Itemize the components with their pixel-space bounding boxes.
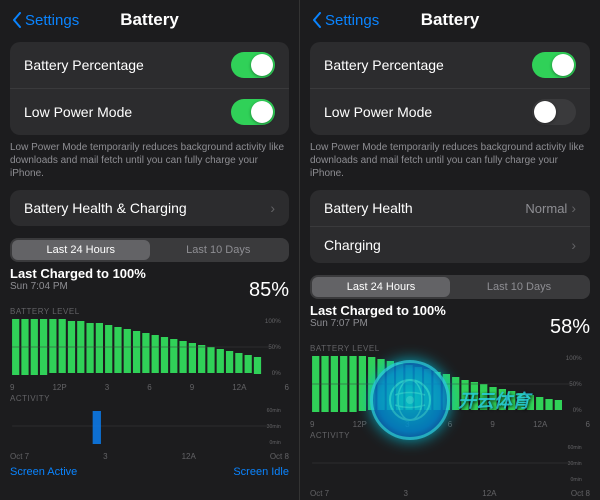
right-health-value-area: Normal › <box>525 200 576 216</box>
left-battery-chart: 100% 50% 0% <box>10 317 289 377</box>
right-settings-section: Battery Percentage Low Power Mode <box>310 42 590 135</box>
right-low-power-toggle[interactable] <box>532 99 576 125</box>
left-low-power-label: Low Power Mode <box>24 104 132 120</box>
left-chart-area: Last 24 Hours Last 10 Days Last Charged … <box>0 232 299 500</box>
left-low-power-row: Low Power Mode <box>10 89 289 135</box>
svg-text:60min: 60min <box>267 408 281 414</box>
left-footer-labels: Screen Active Screen Idle <box>10 462 289 482</box>
svg-text:0min: 0min <box>570 477 581 483</box>
left-footer-screen-active: Screen Active <box>10 466 77 478</box>
left-health-charging-row[interactable]: Battery Health & Charging › <box>10 190 289 226</box>
left-battery-percentage-label: Battery Percentage <box>24 57 144 73</box>
svg-text:30min: 30min <box>267 424 281 430</box>
svg-text:100%: 100% <box>566 355 582 362</box>
right-chart-area: Last 24 Hours Last 10 Days Last Charged … <box>300 269 600 500</box>
svg-text:0min: 0min <box>270 440 281 446</box>
left-activity-x-labels: Oct 7312AOct 8 <box>10 452 289 461</box>
left-last-charged-label: Last Charged to 100% <box>10 266 146 281</box>
left-tab-24h[interactable]: Last 24 Hours <box>12 240 150 260</box>
right-activity-chart: 60min 30min 0min <box>310 443 590 483</box>
svg-text:0%: 0% <box>573 407 583 414</box>
right-battery-level-label: BATTERY LEVEL <box>310 344 590 353</box>
svg-text:100%: 100% <box>265 318 281 325</box>
left-low-power-desc: Low Power Mode temporarily reduces backg… <box>10 141 289 180</box>
right-battery-health-label: Battery Health <box>324 200 413 216</box>
right-activity-label: ACTIVITY <box>310 431 590 440</box>
svg-text:30min: 30min <box>568 461 582 467</box>
left-tab-bar: Last 24 Hours Last 10 Days <box>10 238 289 262</box>
svg-text:0%: 0% <box>272 370 282 377</box>
right-health-value: Normal <box>525 201 567 216</box>
svg-text:60min: 60min <box>568 445 582 451</box>
right-low-power-label: Low Power Mode <box>324 104 432 120</box>
right-health-chevron-icon: › <box>571 200 576 216</box>
right-low-power-row: Low Power Mode <box>310 89 590 135</box>
right-last-charged-label: Last Charged to 100% <box>310 303 446 318</box>
left-health-charging-label: Battery Health & Charging <box>24 200 187 216</box>
left-panel: Settings Battery Battery Percentage Low … <box>0 0 300 500</box>
right-chart-x-labels: 912P36912A6 <box>310 420 590 429</box>
left-back-button[interactable]: Settings <box>12 12 79 29</box>
svg-text:50%: 50% <box>268 344 281 351</box>
left-header: Settings Battery <box>0 0 299 36</box>
left-health-chevron-icon: › <box>270 200 275 216</box>
left-health-section: Battery Health & Charging › <box>10 190 289 226</box>
right-charging-row[interactable]: Charging › <box>310 226 590 263</box>
left-activity-chart: 60min 30min 0min <box>10 406 289 446</box>
left-battery-percentage-row: Battery Percentage <box>10 42 289 89</box>
right-panel-wrapper: Settings Battery Battery Percentage Low … <box>300 0 600 500</box>
left-footer-screen-idle: Screen Idle <box>233 466 289 478</box>
right-last-charged: Last Charged to 100% Sun 7:07 PM 58% <box>310 303 590 342</box>
right-low-power-desc: Low Power Mode temporarily reduces backg… <box>310 141 590 180</box>
right-tab-bar: Last 24 Hours Last 10 Days <box>310 275 590 299</box>
left-battery-percentage-toggle[interactable] <box>231 52 275 78</box>
right-tab-24h[interactable]: Last 24 Hours <box>312 277 450 297</box>
left-last-charged-time: Sun 7:04 PM <box>10 281 146 292</box>
right-battery-percentage-toggle[interactable] <box>532 52 576 78</box>
left-last-charged: Last Charged to 100% Sun 7:04 PM 85% <box>10 266 289 305</box>
left-health-chevron-area: › <box>266 200 275 216</box>
left-battery-level-label: BATTERY LEVEL <box>10 307 289 316</box>
right-charging-label: Charging <box>324 237 381 253</box>
left-settings-section: Battery Percentage Low Power Mode <box>10 42 289 135</box>
right-health-section: Battery Health Normal › Charging › <box>310 190 590 263</box>
right-back-button[interactable]: Settings <box>312 12 379 29</box>
left-chart-x-labels: 912P36912A6 <box>10 383 289 392</box>
right-battery-percentage-value: 58% <box>550 303 590 342</box>
right-header: Settings Battery <box>300 0 600 36</box>
left-tab-10d[interactable]: Last 10 Days <box>150 240 288 260</box>
right-panel: Settings Battery Battery Percentage Low … <box>300 0 600 500</box>
right-last-charged-time: Sun 7:07 PM <box>310 318 446 329</box>
right-activity-x-labels: Oct 7312AOct 8 <box>310 489 590 498</box>
right-tab-10d[interactable]: Last 10 Days <box>450 277 588 297</box>
left-low-power-toggle[interactable] <box>231 99 275 125</box>
left-activity-label: ACTIVITY <box>10 394 289 403</box>
svg-text:50%: 50% <box>569 381 582 388</box>
right-battery-percentage-row: Battery Percentage <box>310 42 590 89</box>
right-battery-percentage-label: Battery Percentage <box>324 57 444 73</box>
right-page-title: Battery <box>421 10 480 30</box>
right-charging-chevron-area: › <box>567 237 576 253</box>
right-battery-health-row[interactable]: Battery Health Normal › <box>310 190 590 226</box>
right-charging-chevron-icon: › <box>571 237 576 253</box>
left-page-title: Battery <box>120 10 179 30</box>
right-battery-chart: 100% 50% 0% <box>310 354 590 414</box>
left-battery-percentage-value: 85% <box>249 266 289 305</box>
